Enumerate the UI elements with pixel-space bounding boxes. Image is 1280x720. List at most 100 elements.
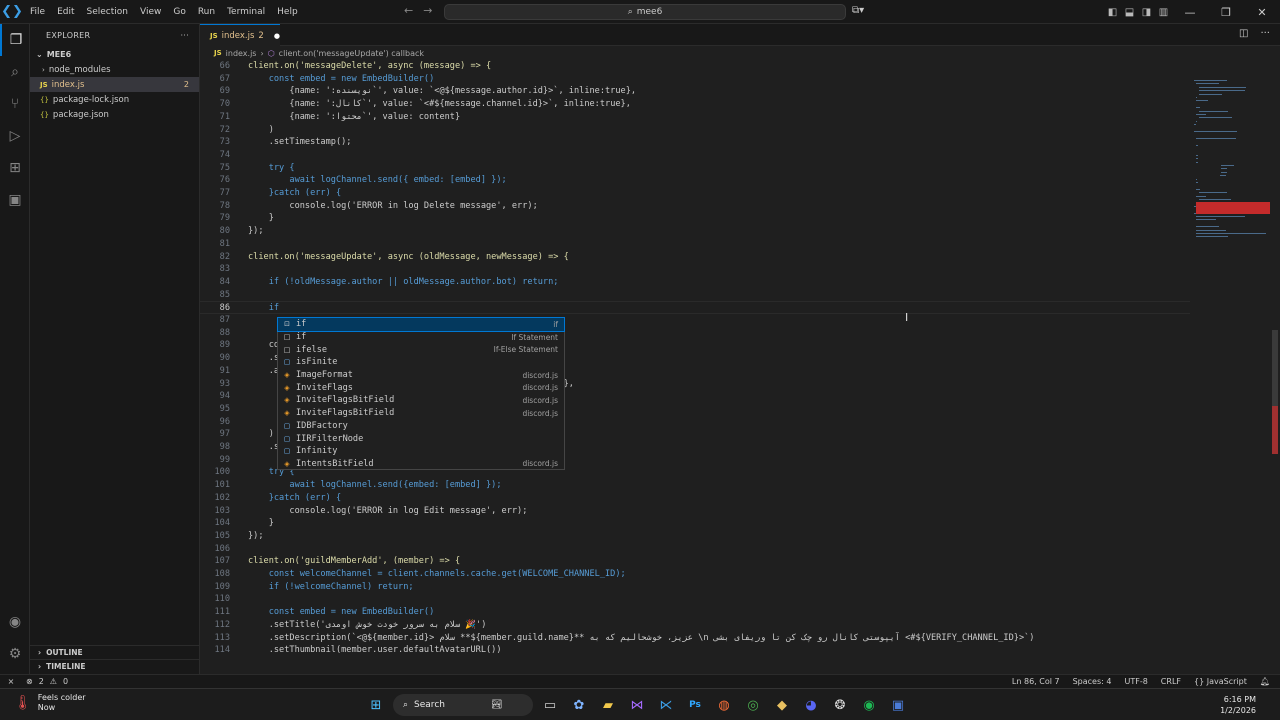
cursor-position[interactable]: Ln 86, Col 7 [1012, 677, 1060, 686]
suggestion-item[interactable]: ▢ IDBFactory [278, 420, 564, 433]
visual-studio-icon[interactable]: ⋈ [625, 693, 649, 717]
menu-edit[interactable]: Edit [51, 0, 80, 24]
app-icon[interactable]: ◆ [770, 693, 794, 717]
tree-item-package-lock[interactable]: {} package-lock.json [30, 92, 199, 107]
code-line[interactable]: 105}); [200, 530, 1190, 543]
code-line[interactable]: 110 [200, 593, 1190, 606]
suggestion-item[interactable]: ◈ InviteFlagsBitField discord.js [278, 407, 564, 420]
code-line[interactable]: 113 .setDescription(`<@${member.id}> سلا… [200, 632, 1190, 645]
code-line[interactable]: 86 if [200, 301, 1190, 314]
code-line[interactable]: 71 {name: ':محتوا`', value: content} [200, 111, 1190, 124]
menu-run[interactable]: Run [192, 0, 221, 24]
editor-scrollbar[interactable] [1270, 60, 1280, 674]
more-actions-icon[interactable]: ··· [180, 31, 189, 40]
file-explorer-icon[interactable]: ▰ [596, 693, 620, 717]
code-line[interactable]: 111 const embed = new EmbedBuilder() [200, 606, 1190, 619]
suggestion-item[interactable]: ▢ Infinity [278, 445, 564, 458]
code-line[interactable]: 112 .setTitle('سلام به سرور خودت خوش اوم… [200, 619, 1190, 632]
code-line[interactable]: 79 } [200, 212, 1190, 225]
suggestion-item[interactable]: ◈ InviteFlagsBitField discord.js [278, 394, 564, 407]
timeline-section[interactable]: › TIMELINE [30, 659, 200, 673]
minimap[interactable] [1190, 60, 1270, 674]
code-line[interactable]: 76 await logChannel.send({ embed: [embed… [200, 174, 1190, 187]
code-line[interactable]: 84 if (!oldMessage.author || oldMessage.… [200, 276, 1190, 289]
outline-section[interactable]: › OUTLINE [30, 645, 200, 659]
menu-file[interactable]: File [24, 0, 51, 24]
suggestion-item[interactable]: ▢ IIRFilterNode [278, 432, 564, 445]
taskbar-search[interactable]: ⌕ Search 🏞︎ [393, 694, 533, 716]
code-line[interactable]: 77 }catch (err) { [200, 187, 1190, 200]
code-line[interactable]: 104 } [200, 517, 1190, 530]
customize-layout-icon[interactable]: ▥ [1155, 7, 1172, 18]
run-debug-icon[interactable]: ▷ [0, 120, 30, 152]
remote-explorer-icon[interactable]: ▣ [0, 184, 30, 216]
tree-item-package-json[interactable]: {} package.json [30, 107, 199, 122]
code-line[interactable]: 107 client.on('guildMemberAdd', (member) … [200, 555, 1190, 568]
tab-index-js[interactable]: JS index.js 2 ● [200, 24, 280, 46]
code-line[interactable]: 74 [200, 149, 1190, 162]
spotify-icon[interactable]: ◉ [857, 693, 881, 717]
more-actions-icon[interactable]: ··· [1260, 28, 1270, 39]
workspace-folder[interactable]: ⌄ MEE6 [30, 46, 199, 62]
breadcrumb-file[interactable]: index.js [226, 49, 257, 58]
code-line[interactable]: 81 [200, 238, 1190, 251]
task-view-icon[interactable]: ▭ [538, 693, 562, 717]
windows-start-icon[interactable]: ⊞ [364, 693, 388, 717]
menu-selection[interactable]: Selection [81, 0, 134, 24]
tree-item-index-js[interactable]: JS index.js 2 [30, 77, 199, 92]
breadcrumb-symbol[interactable]: client.on('messageUpdate') callback [279, 49, 424, 58]
language-mode[interactable]: {} JavaScript [1194, 677, 1247, 686]
toggle-primary-sidebar-icon[interactable]: ◧ [1104, 7, 1121, 18]
code-line[interactable]: 101 await logChannel.send({embed: [embed… [200, 479, 1190, 492]
code-line[interactable]: 66 client.on('messageDelete', async (mess… [200, 60, 1190, 73]
end-of-line[interactable]: CRLF [1161, 677, 1181, 686]
remote-indicator-icon[interactable]: ⨯ [0, 675, 22, 689]
firefox-icon[interactable]: ◍ [712, 693, 736, 717]
chrome-icon[interactable]: ◎ [741, 693, 765, 717]
code-line[interactable]: 72 ) [200, 124, 1190, 137]
code-line[interactable]: 114 .setThumbnail(member.user.defaultAva… [200, 644, 1190, 657]
code-line[interactable]: 103 console.log('ERROR in log Edit messa… [200, 505, 1190, 518]
code-line[interactable]: 67 const embed = new EmbedBuilder() [200, 73, 1190, 86]
toggle-secondary-sidebar-icon[interactable]: ◨ [1138, 7, 1155, 18]
code-line[interactable]: 80}); [200, 225, 1190, 238]
split-editor-icon[interactable]: ◫ [1239, 28, 1248, 39]
tree-item-node-modules[interactable]: › node_modules [30, 62, 199, 77]
minimize-button[interactable]: — [1172, 6, 1208, 19]
source-control-icon[interactable]: ⑂ [0, 88, 30, 120]
toggle-panel-icon[interactable]: ⬓ [1121, 7, 1138, 18]
code-line[interactable]: 106 [200, 543, 1190, 556]
code-line[interactable]: 108 const welcomeChannel = client.channe… [200, 568, 1190, 581]
problems-indicator[interactable]: ⊗ 2 ⚠ 0 [26, 677, 68, 686]
suggestion-item[interactable]: □ if If Statement [278, 331, 564, 344]
unsaved-dot-icon[interactable]: ● [274, 32, 280, 40]
notifications-bell-icon[interactable]: 🔔︎ [1260, 677, 1270, 686]
photoshop-icon[interactable]: Ps [683, 693, 707, 717]
copilot-app-icon[interactable]: ✿ [567, 693, 591, 717]
code-line[interactable]: 109 if (!welcomeChannel) return; [200, 581, 1190, 594]
menu-go[interactable]: Go [167, 0, 191, 24]
code-line[interactable]: 78 console.log('ERROR in log Delete mess… [200, 200, 1190, 213]
close-button[interactable]: ✕ [1244, 6, 1280, 19]
chatgpt-icon[interactable]: ❂ [828, 693, 852, 717]
autocomplete-suggest-widget[interactable]: ⊡ if if □ if If Statement □ ifelse If-Else State… [277, 317, 565, 470]
vscode-app-icon[interactable]: ⋉ [654, 693, 678, 717]
code-line[interactable]: 85 [200, 289, 1190, 302]
code-line[interactable]: 69 {name: ':نویسنده`', value: `<@${messa… [200, 85, 1190, 98]
code-line[interactable]: 75 try { [200, 162, 1190, 175]
forward-arrow-icon[interactable]: → [423, 4, 432, 17]
app-icon[interactable]: ▣ [886, 693, 910, 717]
explorer-icon[interactable]: ❐ [0, 24, 30, 56]
menu-terminal[interactable]: Terminal [221, 0, 271, 24]
code-line[interactable]: 102 }catch (err) { [200, 492, 1190, 505]
settings-gear-icon[interactable]: ⚙ [0, 638, 30, 670]
restore-button[interactable]: ❐ [1208, 6, 1244, 19]
code-line[interactable]: 82 client.on('messageUpdate', async (oldM… [200, 251, 1190, 264]
account-icon[interactable]: ◉ [0, 606, 30, 638]
suggestion-item[interactable]: □ ifelse If-Else Statement [278, 343, 564, 356]
indentation[interactable]: Spaces: 4 [1073, 677, 1112, 686]
taskbar-clock[interactable]: 6:16 PM 1/2/2026 [1220, 694, 1256, 716]
suggestion-item[interactable]: ⊡ if if [277, 317, 565, 332]
search-view-icon[interactable]: ⌕ [0, 56, 30, 88]
suggestion-item[interactable]: ▢ isFinite [278, 356, 564, 369]
